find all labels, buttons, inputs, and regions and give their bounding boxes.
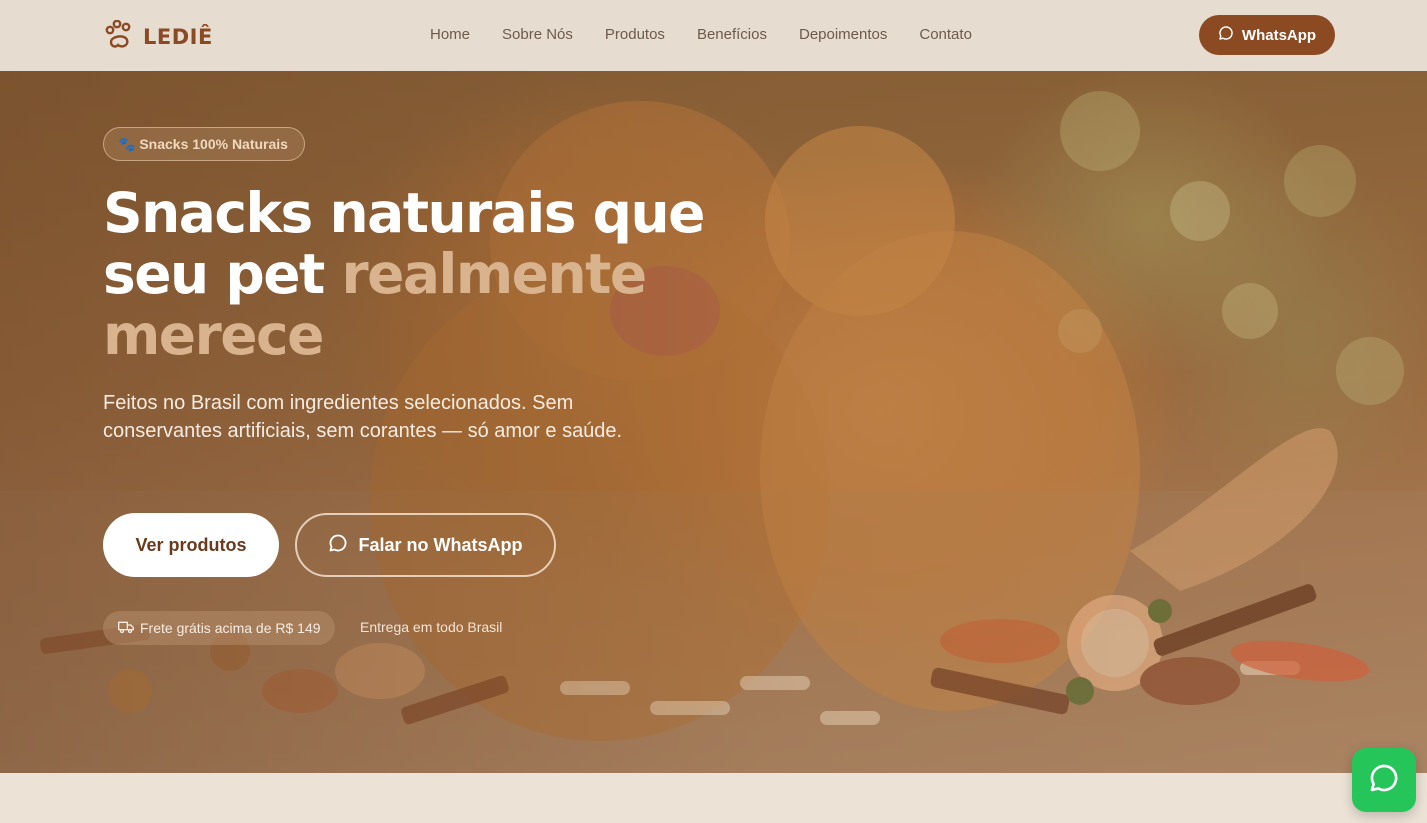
nav-whatsapp-button[interactable]: WhatsApp bbox=[1199, 15, 1335, 55]
nav-link-produtos[interactable]: Produtos bbox=[605, 26, 665, 43]
hero-headline: Snacks naturais que seu pet realmente me… bbox=[103, 183, 803, 366]
talk-whatsapp-label: Falar no WhatsApp bbox=[358, 534, 523, 555]
floating-whatsapp-button[interactable] bbox=[1352, 748, 1416, 812]
brand-logo[interactable]: LEDIÊ bbox=[103, 19, 213, 54]
delivery-info: Entrega em todo Brasil bbox=[360, 619, 503, 635]
talk-whatsapp-button[interactable]: Falar no WhatsApp bbox=[295, 513, 556, 577]
main-nav: Home Sobre Nós Produtos Benefícios Depoi… bbox=[430, 26, 972, 43]
free-shipping-pill: Frete grátis acima de R$ 149 bbox=[103, 611, 335, 645]
nav-link-depoimentos[interactable]: Depoimentos bbox=[799, 26, 887, 43]
headline-line-1: Snacks naturais que bbox=[103, 181, 705, 245]
hero-subtitle: Feitos no Brasil com ingredientes seleci… bbox=[103, 392, 623, 442]
view-products-label: Ver produtos bbox=[135, 534, 247, 555]
nav-link-beneficios[interactable]: Benefícios bbox=[697, 26, 767, 43]
hero-section: 🐾 Snacks 100% Naturais Snacks naturais q… bbox=[0, 71, 1427, 773]
headline-accent-1: realmente bbox=[341, 242, 647, 306]
free-shipping-label: Frete grátis acima de R$ 149 bbox=[140, 620, 321, 636]
natural-snacks-badge: 🐾 Snacks 100% Naturais bbox=[103, 127, 305, 161]
navbar: LEDIÊ Home Sobre Nós Produtos Benefícios… bbox=[0, 0, 1427, 71]
chat-bubble-icon bbox=[328, 533, 348, 558]
nav-link-contato[interactable]: Contato bbox=[919, 26, 972, 43]
headline-accent-2: merece bbox=[103, 303, 324, 367]
nav-link-home[interactable]: Home bbox=[430, 26, 470, 43]
paw-icon bbox=[103, 19, 135, 54]
chat-bubble-icon bbox=[1218, 25, 1234, 45]
nav-whatsapp-label: WhatsApp bbox=[1241, 26, 1317, 44]
truck-icon bbox=[118, 619, 134, 638]
nav-link-sobre-nos[interactable]: Sobre Nós bbox=[502, 26, 573, 43]
headline-line-2: seu pet bbox=[103, 242, 342, 306]
whatsapp-icon bbox=[1368, 762, 1400, 798]
brand-name: LEDIÊ bbox=[143, 25, 213, 49]
view-products-button[interactable]: Ver produtos bbox=[103, 513, 279, 577]
badge-label: 🐾 Snacks 100% Naturais bbox=[118, 135, 288, 152]
